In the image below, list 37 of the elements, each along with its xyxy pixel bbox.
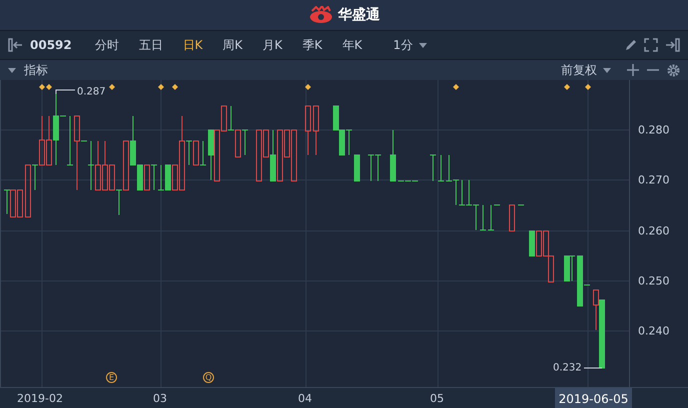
period-tab[interactable]: 周K (216, 36, 250, 54)
leader-line (56, 90, 76, 94)
min-price-label: 0.232 (553, 362, 582, 374)
event-marker[interactable]: E (106, 372, 117, 383)
app-title: 华盛通 (338, 6, 380, 24)
event-marker[interactable]: Q (203, 372, 214, 383)
collapse-left-icon[interactable] (8, 38, 24, 52)
x-axis-label: 05 (430, 392, 444, 405)
y-axis-label: 0.240 (638, 324, 670, 338)
y-axis-label: 0.250 (638, 274, 670, 288)
logo-icon (308, 6, 334, 24)
pencil-icon[interactable] (624, 38, 638, 52)
collapse-right-icon[interactable] (664, 38, 680, 52)
plus-icon[interactable] (627, 64, 639, 76)
period-tab[interactable]: 日K (176, 36, 210, 54)
settings-icon[interactable] (667, 64, 680, 76)
y-axis-label: 0.260 (638, 224, 670, 238)
period-tab[interactable]: 季K (295, 36, 330, 54)
y-axis-label: 0.270 (638, 174, 670, 186)
interval-dropdown[interactable]: 1分 (393, 36, 427, 54)
x-axis-label: 03 (153, 392, 167, 405)
indicator-label: 指标 (24, 62, 48, 78)
period-tab[interactable]: 分时 (88, 36, 126, 54)
y-axis-label: 0.280 (638, 124, 670, 136)
caret-icon (418, 42, 427, 48)
stock-code: 00592 (30, 38, 72, 52)
max-price-label: 0.287 (77, 86, 106, 98)
fullscreen-icon[interactable] (644, 38, 658, 52)
period-tab[interactable]: 月K (256, 36, 290, 54)
period-tab[interactable]: 五日 (132, 36, 170, 54)
caret-icon[interactable] (8, 68, 16, 72)
period-tab[interactable]: 年K (335, 36, 370, 54)
caret-icon (603, 68, 611, 72)
adjust-dropdown[interactable]: 前复权 (561, 62, 611, 78)
x-axis-label: 04 (298, 392, 312, 405)
current-date-label: 2019-06-05 (555, 388, 632, 408)
x-axis-label: 2019-02 (17, 392, 63, 405)
